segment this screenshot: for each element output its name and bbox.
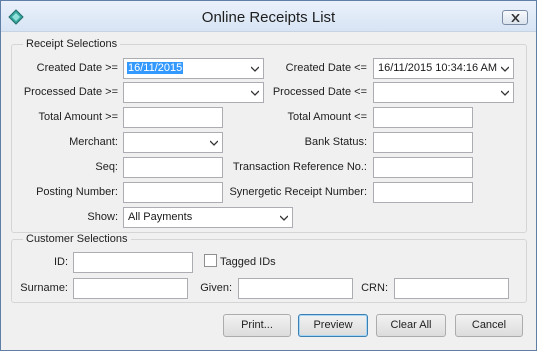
window-title: Online Receipts List bbox=[201, 9, 336, 26]
chevron-down-icon bbox=[501, 66, 509, 72]
chevron-down-icon bbox=[251, 90, 259, 96]
created-from-date-combo[interactable]: 16/11/2015 bbox=[123, 58, 264, 79]
show-label: Show: bbox=[87, 211, 118, 223]
show-value: All Payments bbox=[128, 211, 193, 223]
txn-ref-label: Transaction Reference No.: bbox=[232, 161, 367, 173]
surname-label: Surname: bbox=[20, 282, 68, 294]
tagged-ids-checkbox[interactable] bbox=[204, 254, 217, 267]
id-input[interactable] bbox=[73, 252, 193, 273]
created-to-label: Created Date <= bbox=[285, 62, 367, 74]
print-button[interactable]: Print... bbox=[223, 314, 291, 337]
total-from-label: Total Amount >= bbox=[38, 111, 119, 123]
bank-status-input[interactable] bbox=[373, 132, 473, 153]
show-combo[interactable]: All Payments bbox=[123, 207, 293, 228]
chevron-down-icon bbox=[501, 90, 509, 96]
cancel-button[interactable]: Cancel bbox=[455, 314, 523, 337]
posting-label: Posting Number: bbox=[36, 186, 118, 198]
clear-all-button[interactable]: Clear All bbox=[376, 314, 446, 337]
seq-label: Seq: bbox=[95, 161, 118, 173]
created-to-date-combo[interactable]: 16/11/2015 10:34:16 AM bbox=[373, 58, 514, 79]
customer-selections-legend: Customer Selections bbox=[23, 233, 131, 245]
chevron-down-icon bbox=[280, 215, 288, 221]
title-bar: Online Receipts List bbox=[1, 1, 536, 32]
receipt-selections-legend: Receipt Selections bbox=[23, 38, 121, 50]
total-to-label: Total Amount <= bbox=[287, 111, 368, 123]
processed-from-label: Processed Date >= bbox=[23, 86, 118, 98]
total-from-input[interactable] bbox=[123, 107, 223, 128]
txn-ref-input[interactable] bbox=[373, 157, 473, 178]
created-to-value: 16/11/2015 10:34:16 AM bbox=[378, 62, 498, 74]
total-to-input[interactable] bbox=[373, 107, 473, 128]
chevron-down-icon bbox=[210, 140, 218, 146]
preview-button[interactable]: Preview bbox=[298, 314, 368, 337]
surname-input[interactable] bbox=[73, 278, 188, 299]
id-label: ID: bbox=[53, 256, 68, 268]
merchant-label: Merchant: bbox=[69, 136, 118, 148]
seq-input[interactable] bbox=[123, 157, 223, 178]
created-from-value: 16/11/2015 bbox=[127, 62, 184, 74]
given-input[interactable] bbox=[238, 278, 353, 299]
synergetic-receipt-input[interactable] bbox=[373, 182, 473, 203]
merchant-combo[interactable] bbox=[123, 132, 223, 153]
online-receipts-window: Online Receipts List Receipt Selections … bbox=[0, 0, 537, 351]
crn-label: CRN: bbox=[361, 282, 388, 294]
created-from-label: Created Date >= bbox=[36, 62, 118, 74]
processed-to-date-combo[interactable] bbox=[373, 82, 514, 103]
synergetic-label: Synergetic Receipt Number: bbox=[229, 186, 367, 198]
close-icon bbox=[511, 14, 520, 22]
bank-status-label: Bank Status: bbox=[304, 136, 367, 148]
given-label: Given: bbox=[200, 282, 232, 294]
posting-number-input[interactable] bbox=[123, 182, 223, 203]
tagged-ids-label: Tagged IDs bbox=[220, 256, 276, 268]
chevron-down-icon bbox=[251, 66, 259, 72]
processed-to-label: Processed Date <= bbox=[272, 86, 367, 98]
crn-input[interactable] bbox=[394, 278, 509, 299]
close-button[interactable] bbox=[502, 10, 528, 25]
processed-from-date-combo[interactable] bbox=[123, 82, 264, 103]
